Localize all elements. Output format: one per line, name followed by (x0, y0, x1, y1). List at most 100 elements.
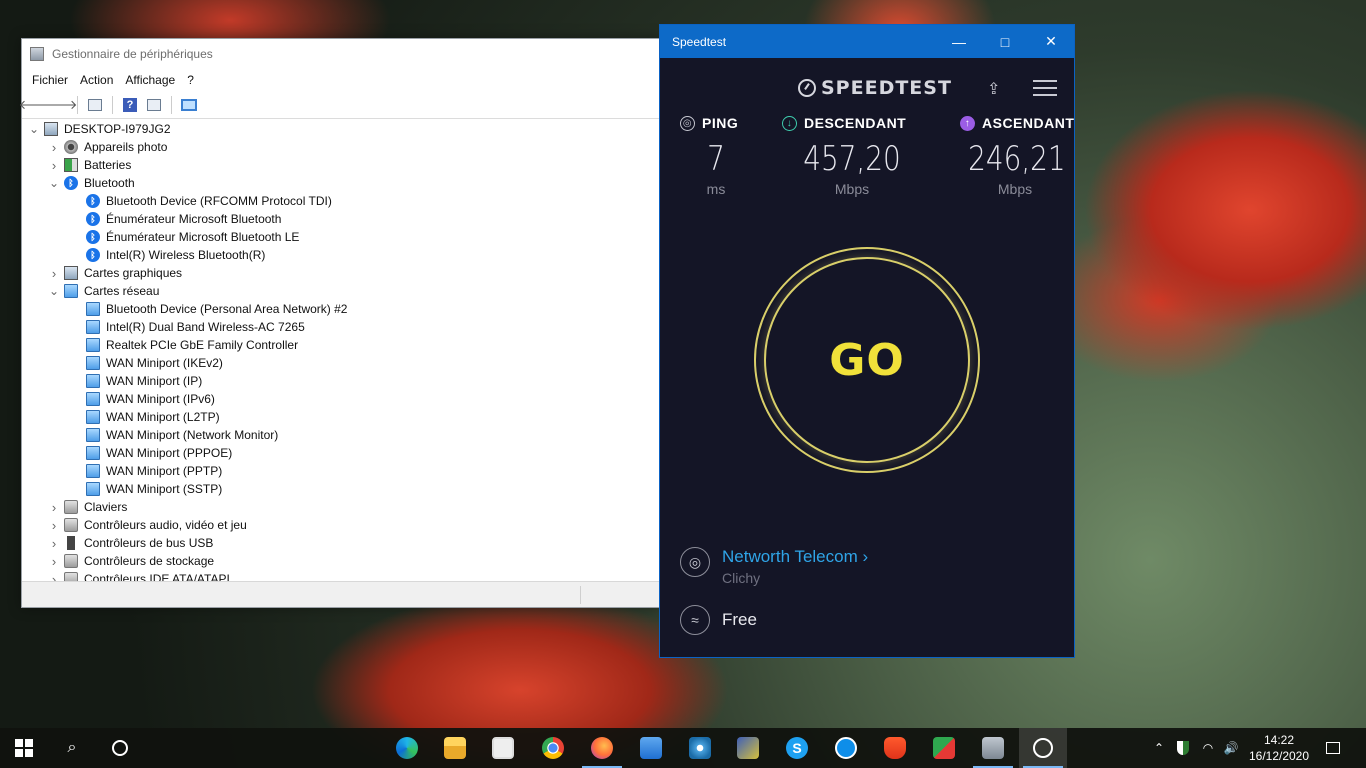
device-manager-icon (30, 47, 44, 61)
network-icon[interactable] (969, 728, 1017, 768)
tree-item[interactable]: › Cartes graphiques (22, 264, 660, 282)
chevron-down-icon[interactable]: ⌄ (48, 176, 60, 190)
tree-item[interactable]: ᛒ Bluetooth Device (RFCOMM Protocol TDI) (22, 192, 660, 210)
tree-item[interactable]: ⌄ ᛒ Bluetooth (22, 174, 660, 192)
cortana-icon[interactable] (96, 728, 144, 768)
app-icon[interactable] (724, 728, 772, 768)
close-icon[interactable]: ✕ (1028, 25, 1074, 58)
speedtest-icon[interactable] (1019, 728, 1067, 768)
download-arrow-icon: ↓ (782, 115, 797, 131)
scan-hardware-monitor-icon[interactable] (179, 96, 199, 114)
upload-unit: Mbps (997, 181, 1033, 197)
tree-item[interactable]: › Claviers (22, 498, 660, 516)
network-adapter-icon (86, 320, 100, 334)
view-grid-icon[interactable] (144, 96, 164, 114)
clock-date: 16/12/2020 (1248, 749, 1310, 763)
tree-item[interactable]: WAN Miniport (SSTP) (22, 480, 660, 498)
tree-item[interactable]: WAN Miniport (L2TP) (22, 408, 660, 426)
tree-item[interactable]: WAN Miniport (IP) (22, 372, 660, 390)
chevron-right-icon[interactable]: › (48, 554, 60, 569)
tree-item[interactable]: Intel(R) Dual Band Wireless-AC 7265 (22, 318, 660, 336)
network-adapter-icon (86, 410, 100, 424)
chevron-right-icon[interactable]: › (48, 500, 60, 515)
tree-item[interactable]: ᛒ Énumérateur Microsoft Bluetooth (22, 210, 660, 228)
tree-item[interactable]: WAN Miniport (IKEv2) (22, 354, 660, 372)
search-icon[interactable]: ⌕ (48, 728, 96, 768)
tree-item-label: Appareils photo (84, 140, 168, 154)
tree-item[interactable]: WAN Miniport (PPPOE) (22, 444, 660, 462)
maximize-icon[interactable]: □ (982, 25, 1028, 58)
ping-metric: ◎ PING 7 ms (680, 115, 770, 197)
menu-help[interactable]: ? (181, 73, 200, 87)
chevron-right-icon[interactable]: › (48, 518, 60, 533)
network-adapter-icon (86, 482, 100, 496)
properties-grid-icon[interactable] (85, 96, 105, 114)
dm-menubar: Fichier Action Affichage ? (22, 69, 660, 91)
app-icon[interactable] (676, 728, 724, 768)
tree-item[interactable]: ᛒ Intel(R) Wireless Bluetooth(R) (22, 246, 660, 264)
tree-item-label: Bluetooth (84, 176, 135, 190)
tree-item-label: WAN Miniport (IKEv2) (106, 356, 223, 370)
dm-titlebar[interactable]: Gestionnaire de périphériques (22, 39, 660, 69)
tree-item[interactable]: › Contrôleurs audio, vidéo et jeu (22, 516, 660, 534)
menu-fichier[interactable]: Fichier (26, 73, 74, 87)
connection-name: Free (722, 610, 757, 629)
chevron-down-icon[interactable]: ⌄ (28, 122, 40, 136)
tree-item[interactable]: › Contrôleurs de bus USB (22, 534, 660, 552)
tree-item[interactable]: WAN Miniport (PPTP) (22, 462, 660, 480)
tree-item[interactable]: Bluetooth Device (Personal Area Network)… (22, 300, 660, 318)
notifications-icon[interactable] (1320, 728, 1346, 768)
teamviewer-icon[interactable] (822, 728, 870, 768)
go-button-ring[interactable]: GO (764, 257, 970, 463)
chevron-right-icon[interactable]: › (48, 140, 60, 155)
tree-item[interactable]: › Contrôleurs de stockage (22, 552, 660, 570)
chrome-icon[interactable] (529, 728, 577, 768)
menu-action[interactable]: Action (74, 73, 119, 87)
skype-icon[interactable]: S (773, 728, 821, 768)
volume-icon[interactable]: 🔊 (1220, 728, 1242, 768)
tree-item-label: Realtek PCIe GbE Family Controller (106, 338, 299, 352)
share-icon[interactable]: ⇪ (987, 79, 1003, 98)
tree-item[interactable]: WAN Miniport (Network Monitor) (22, 426, 660, 444)
chevron-down-icon[interactable]: ⌄ (48, 284, 60, 298)
download-unit: Mbps (834, 181, 870, 197)
file-explorer-icon[interactable] (431, 728, 479, 768)
chevron-right-icon[interactable]: › (48, 536, 60, 551)
bluetooth-icon: ᛒ (86, 212, 100, 226)
go-button[interactable]: GO (754, 247, 980, 473)
go-label: GO (829, 334, 905, 386)
clock[interactable]: 14:22 16/12/2020 (1244, 732, 1314, 764)
firefox-icon[interactable] (578, 728, 626, 768)
chevron-up-icon[interactable]: ⌃ (1148, 728, 1170, 768)
tree-item[interactable]: › Batteries (22, 156, 660, 174)
app-icon[interactable] (920, 728, 968, 768)
minimize-icon[interactable]: — (936, 25, 982, 58)
help-icon[interactable]: ? (120, 96, 140, 114)
tree-item[interactable]: Realtek PCIe GbE Family Controller (22, 336, 660, 354)
store-icon[interactable] (479, 728, 527, 768)
tree-item[interactable]: ⌄ DESKTOP-I979JG2 (22, 120, 660, 138)
tree-item[interactable]: › Appareils photo (22, 138, 660, 156)
tree-item-label: WAN Miniport (IP) (106, 374, 203, 388)
speedtest-logo: SPEEDTEST (798, 77, 952, 99)
network-adapter-icon (86, 464, 100, 478)
tree-item[interactable]: WAN Miniport (IPv6) (22, 390, 660, 408)
tree-item[interactable]: ᛒ Énumérateur Microsoft Bluetooth LE (22, 228, 660, 246)
menu-affichage[interactable]: Affichage (119, 73, 181, 87)
start-windows-icon[interactable] (0, 728, 48, 768)
isp-location: Clichy (722, 570, 761, 586)
security-shield-icon[interactable] (1172, 728, 1194, 768)
chevron-right-icon[interactable]: › (48, 158, 60, 173)
tree-item[interactable]: ⌄ Cartes réseau (22, 282, 660, 300)
edge-icon[interactable] (383, 728, 431, 768)
tree-item-label: Bluetooth Device (RFCOMM Protocol TDI) (106, 194, 332, 208)
settings-sliders-icon[interactable] (1033, 80, 1057, 98)
brave-icon[interactable] (871, 728, 919, 768)
forward-arrow-icon[interactable]: 🡒 (43, 96, 78, 114)
wifi-tray-icon[interactable]: ◠ (1196, 728, 1220, 768)
isp-info[interactable]: ◎ Networth Telecom › Clichy (680, 547, 868, 586)
mail-icon[interactable] (627, 728, 675, 768)
isp-name[interactable]: Networth Telecom (722, 547, 858, 566)
st-titlebar[interactable]: Speedtest — □ ✕ (660, 25, 1074, 58)
chevron-right-icon[interactable]: › (48, 266, 60, 281)
